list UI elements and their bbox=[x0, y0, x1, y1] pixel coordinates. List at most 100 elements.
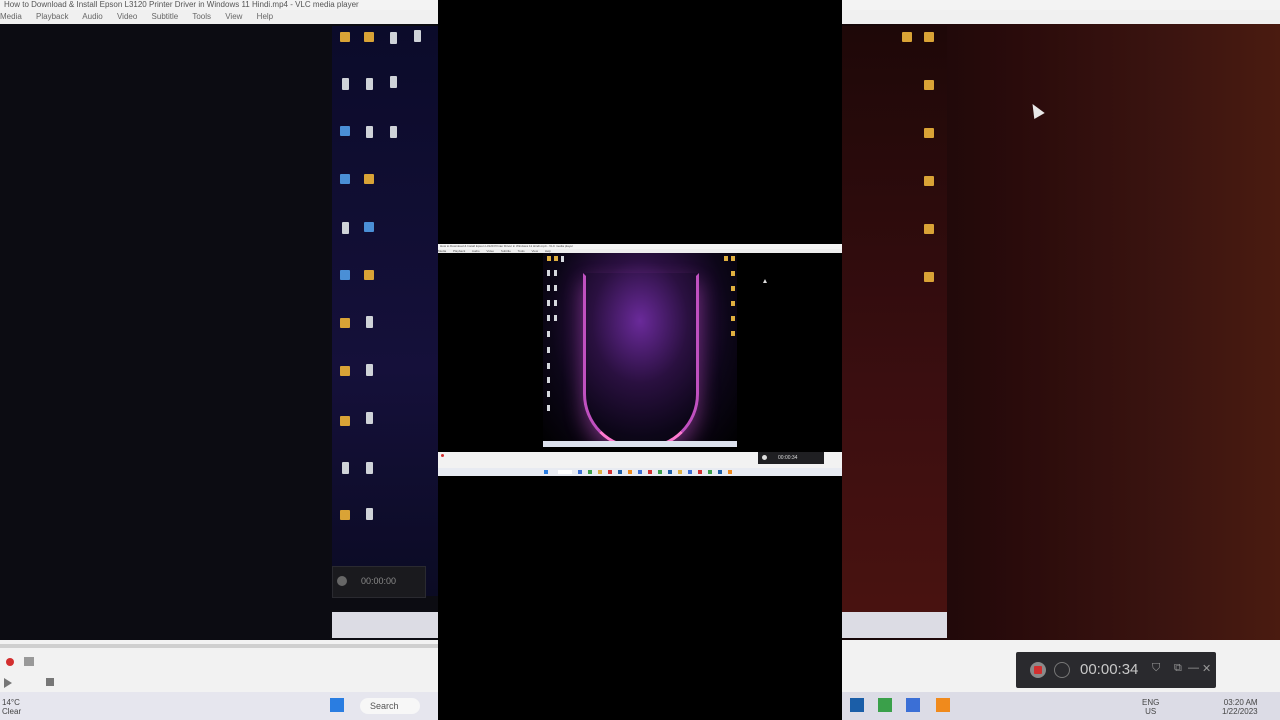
file-icon bbox=[342, 78, 349, 90]
menu-media[interactable]: Media bbox=[0, 12, 22, 21]
file-icon bbox=[554, 300, 557, 306]
menu-playback[interactable]: Playback bbox=[36, 12, 68, 21]
app-icon bbox=[364, 222, 374, 232]
file-icon bbox=[554, 315, 557, 321]
minimize-icon[interactable]: — bbox=[1188, 662, 1199, 674]
mini-app-icon bbox=[598, 470, 602, 474]
snapshot-button[interactable] bbox=[24, 657, 34, 666]
shield-icon: ⛉ bbox=[1152, 662, 1161, 674]
mini-app-icon bbox=[628, 470, 632, 474]
file-icon bbox=[547, 285, 550, 291]
menu-tools[interactable]: Tools bbox=[192, 12, 211, 21]
taskbar-search[interactable]: Search bbox=[360, 698, 420, 714]
mini-app-icon bbox=[578, 470, 582, 474]
recorder-widget-blurred: 00:00:00 bbox=[332, 566, 426, 598]
lang-label: ENG bbox=[1142, 698, 1160, 707]
close-icon[interactable]: ✕ bbox=[1202, 662, 1211, 675]
app-icon bbox=[364, 174, 374, 184]
folder-icon bbox=[731, 301, 735, 306]
mini-app-icon bbox=[608, 470, 612, 474]
windows-start-icon[interactable] bbox=[330, 698, 344, 712]
menu-subtitle[interactable]: Subtitle bbox=[152, 12, 179, 21]
file-icon bbox=[547, 405, 550, 411]
file-icon bbox=[366, 462, 373, 474]
menu-help[interactable]: Help bbox=[257, 12, 273, 21]
file-icon bbox=[414, 30, 421, 42]
folder-icon bbox=[902, 32, 912, 42]
play-button[interactable] bbox=[4, 678, 12, 688]
recorder-time-blurred: 00:00:00 bbox=[361, 576, 397, 586]
desktop-left-area bbox=[332, 26, 438, 596]
mini-app-icon bbox=[708, 470, 712, 474]
app-icon[interactable] bbox=[878, 698, 892, 712]
mini-app-icon bbox=[668, 470, 672, 474]
record-icon bbox=[337, 576, 347, 586]
folder-icon bbox=[924, 32, 934, 42]
desktop-taskbar-right-blurred bbox=[842, 612, 947, 638]
mini-app-icon bbox=[658, 470, 662, 474]
file-icon bbox=[554, 285, 557, 291]
folder-icon bbox=[731, 271, 735, 276]
mini-app-icon bbox=[638, 470, 642, 474]
mini-app-icon bbox=[648, 470, 652, 474]
file-icon bbox=[547, 270, 550, 276]
folder-icon bbox=[340, 416, 350, 426]
folder-icon bbox=[731, 286, 735, 291]
folder-icon bbox=[924, 128, 934, 138]
desktop-right-area bbox=[842, 26, 947, 638]
folder-icon bbox=[547, 256, 551, 261]
search-label: Search bbox=[370, 701, 399, 711]
weather-widget[interactable]: 14°C Clear bbox=[2, 698, 21, 716]
file-icon bbox=[390, 126, 397, 138]
stop-button[interactable] bbox=[46, 678, 54, 686]
stop-record-button[interactable] bbox=[1030, 662, 1046, 678]
file-icon bbox=[366, 364, 373, 376]
file-icon bbox=[390, 32, 397, 44]
folder-icon bbox=[924, 272, 934, 282]
folder-icon bbox=[724, 256, 728, 261]
mini-record-icon bbox=[762, 455, 767, 460]
popout-icon[interactable]: ⧉ bbox=[1174, 662, 1182, 675]
file-icon bbox=[366, 316, 373, 328]
clock[interactable]: 03:20 AM 1/22/2023 bbox=[1222, 698, 1258, 716]
mini-record-icon bbox=[441, 454, 444, 457]
file-icon bbox=[366, 126, 373, 138]
recorder-time: 00:00:34 bbox=[1080, 661, 1139, 678]
taskbar-right: ENG US 03:20 AM 1/22/2023 bbox=[842, 692, 1280, 720]
file-icon bbox=[547, 391, 550, 397]
mini-app-icon bbox=[718, 470, 722, 474]
mini-cursor-icon bbox=[763, 279, 767, 283]
folder-icon bbox=[924, 80, 934, 90]
file-icon bbox=[342, 222, 349, 234]
folder-icon bbox=[340, 366, 350, 376]
language-indicator[interactable]: ENG US bbox=[1142, 698, 1159, 716]
folder-icon bbox=[364, 32, 374, 42]
menu-view[interactable]: View bbox=[225, 12, 242, 21]
menu-audio[interactable]: Audio bbox=[82, 12, 102, 21]
menu-bar-right bbox=[842, 10, 1280, 24]
folder-icon bbox=[731, 256, 735, 261]
file-icon bbox=[547, 300, 550, 306]
desktop-taskbar-blurred bbox=[332, 612, 438, 638]
mini-desktop-wallpaper bbox=[543, 253, 737, 447]
folder-icon bbox=[924, 224, 934, 234]
mini-taskbar bbox=[438, 468, 842, 476]
file-icon bbox=[554, 270, 557, 276]
folder-icon bbox=[340, 318, 350, 328]
pause-record-button[interactable] bbox=[1054, 662, 1070, 678]
vlc-icon[interactable] bbox=[936, 698, 950, 712]
mini-app-icon bbox=[688, 470, 692, 474]
record-button[interactable] bbox=[6, 658, 14, 666]
mini-recorder-widget: 00:00:34 bbox=[758, 452, 824, 464]
wallpaper-bloom bbox=[583, 273, 699, 447]
menu-video[interactable]: Video bbox=[117, 12, 137, 21]
app-icon[interactable] bbox=[850, 698, 864, 712]
file-icon bbox=[547, 347, 550, 353]
app-icon[interactable] bbox=[906, 698, 920, 712]
file-icon bbox=[547, 363, 550, 369]
seek-bar[interactable] bbox=[0, 644, 438, 648]
folder-icon bbox=[340, 510, 350, 520]
mini-app-icon bbox=[678, 470, 682, 474]
app-icon bbox=[364, 270, 374, 280]
region-label: US bbox=[1145, 707, 1157, 716]
